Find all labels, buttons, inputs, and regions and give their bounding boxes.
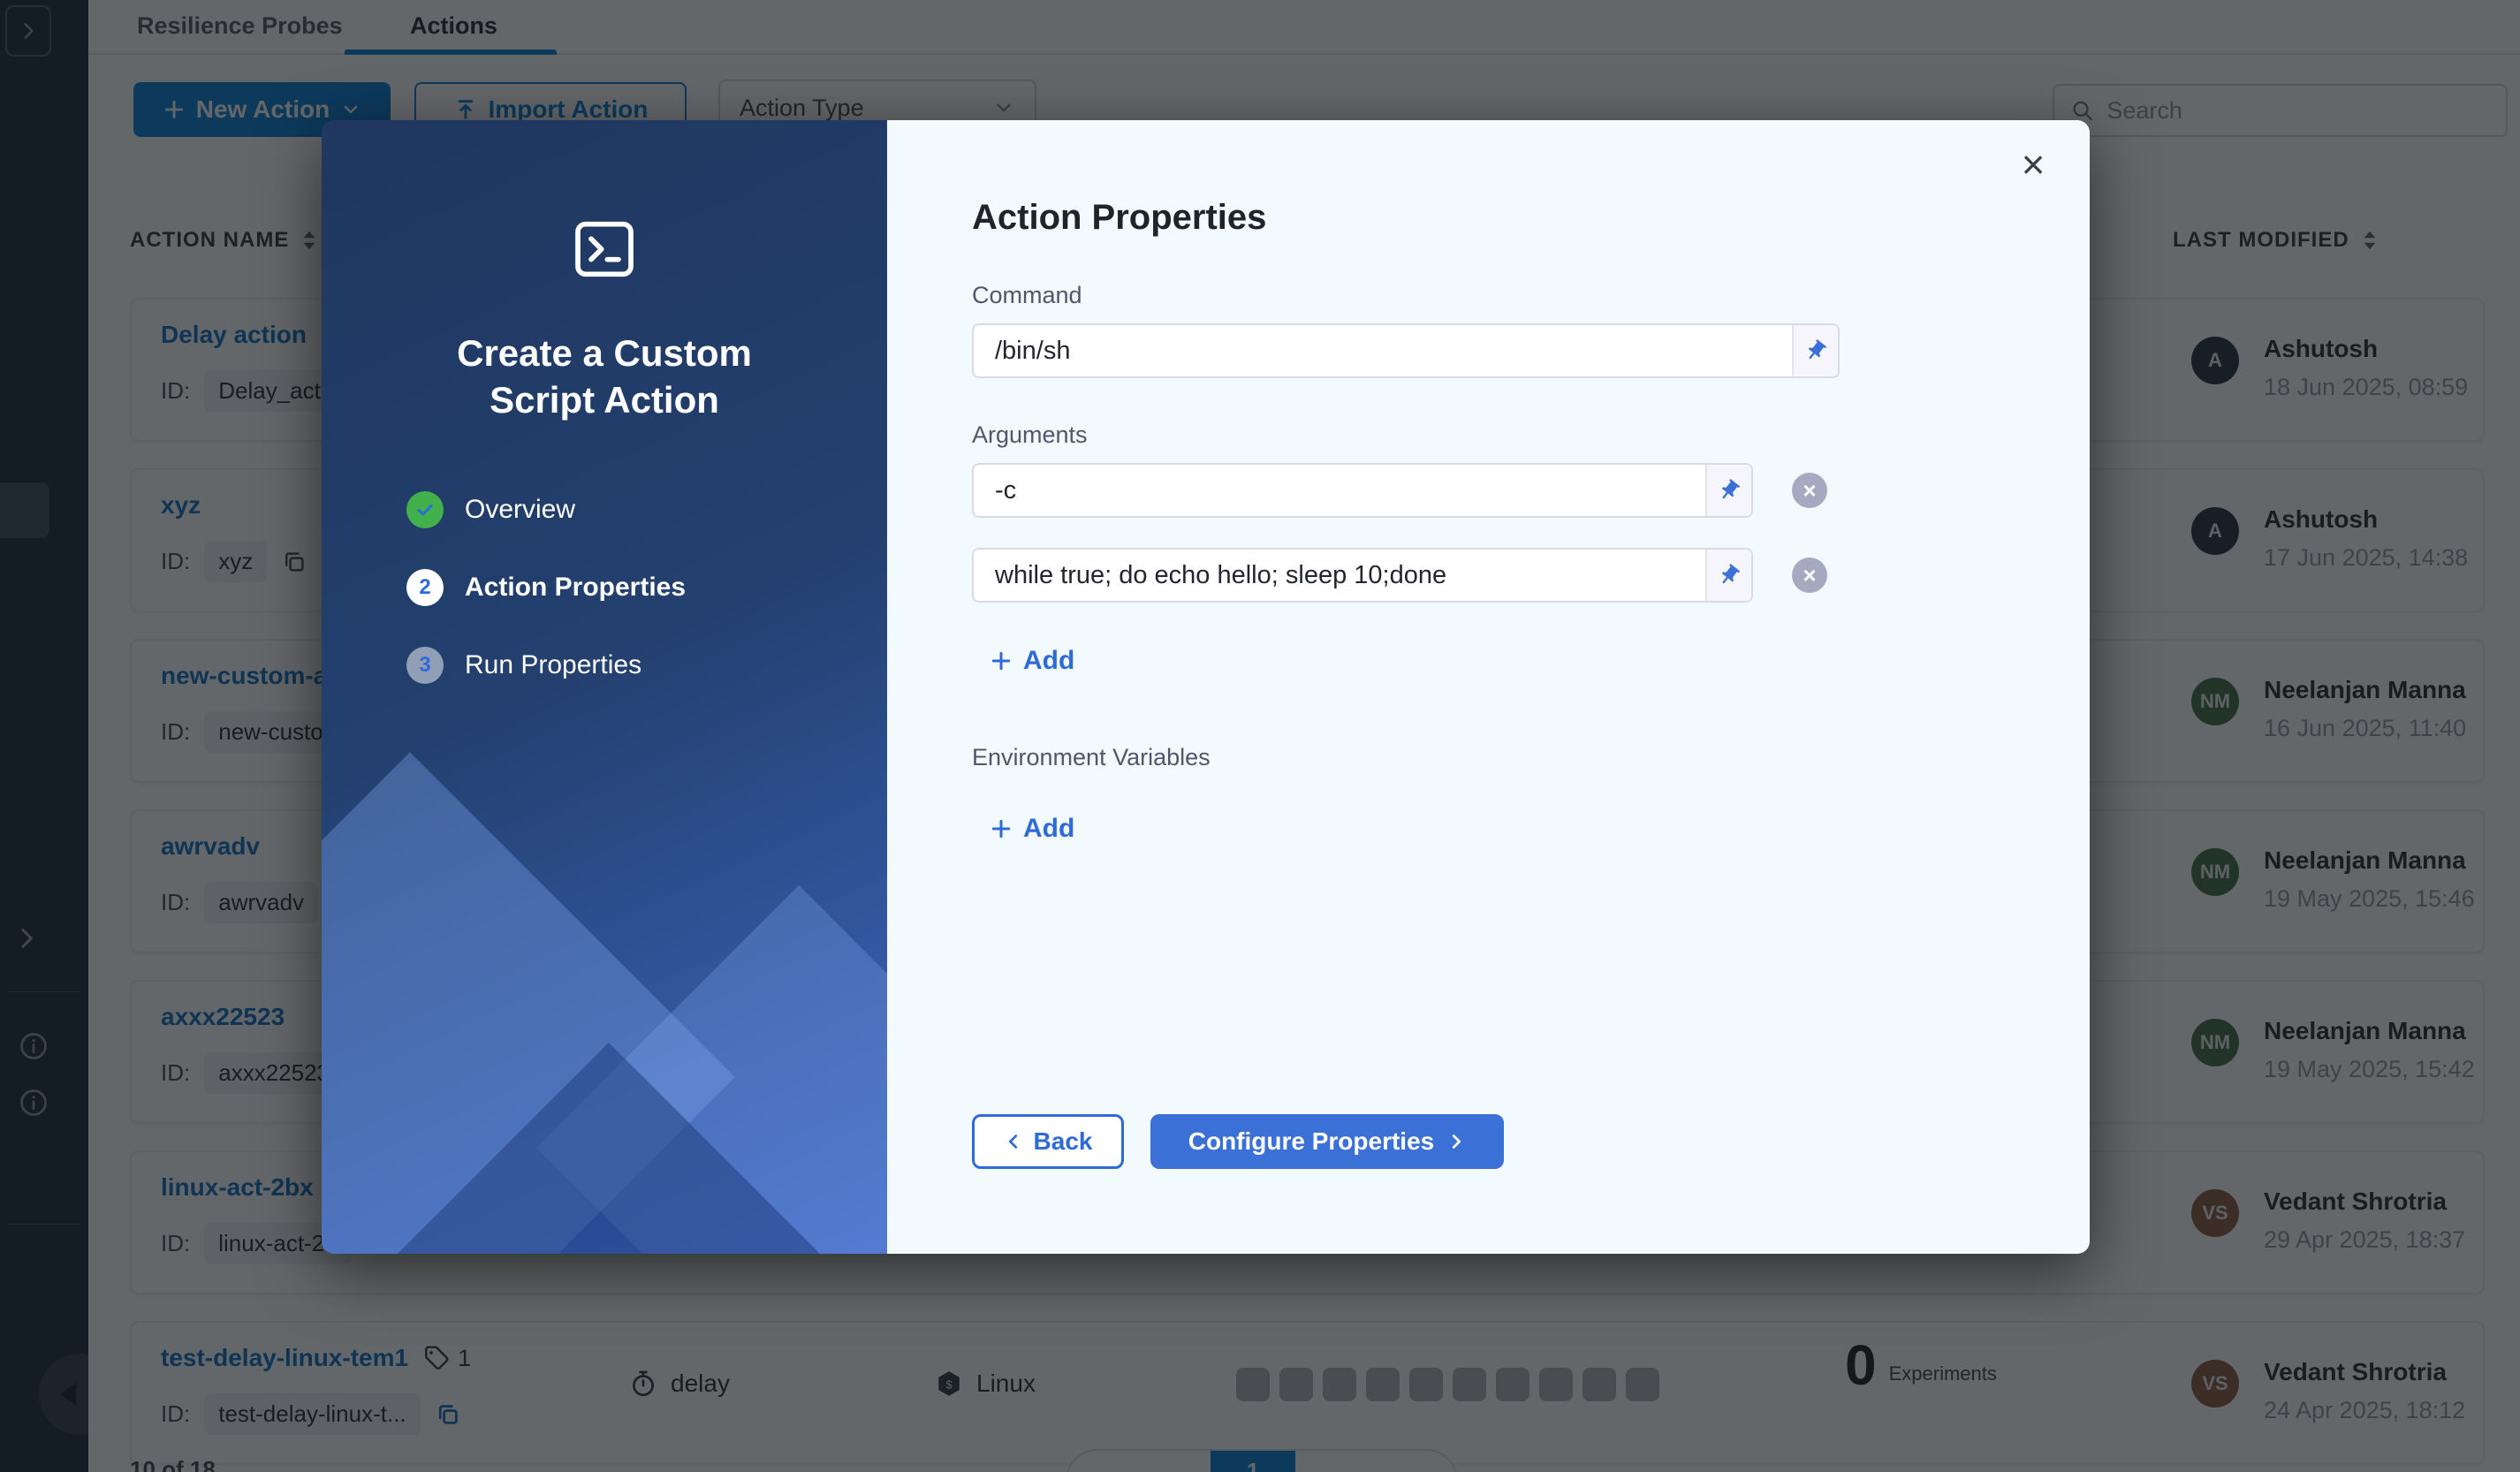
argument-input[interactable] [974, 465, 1705, 516]
back-button[interactable]: Back [972, 1114, 1124, 1169]
remove-argument-button[interactable]: × [1792, 558, 1827, 593]
step-label: Run Properties [465, 650, 641, 680]
wizard-steps: Overview 2 Action Properties 3 Run Prope… [406, 491, 686, 725]
pin-icon [1717, 478, 1742, 503]
configure-properties-label: Configure Properties [1188, 1127, 1434, 1156]
step-overview[interactable]: Overview [406, 491, 686, 528]
command-field [972, 323, 1840, 378]
chevron-left-icon [1004, 1132, 1023, 1151]
app-root: Resilience Probes Actions New Action Imp… [0, 0, 2520, 1472]
chevron-right-icon [1446, 1132, 1466, 1151]
terminal-icon [569, 214, 640, 285]
add-argument-button[interactable]: Add [990, 646, 1074, 676]
pin-icon [1803, 338, 1828, 363]
modal-heading: Action Properties [972, 198, 2040, 238]
plus-icon [990, 817, 1013, 840]
step-action-properties[interactable]: 2 Action Properties [406, 569, 686, 606]
argument-field [972, 548, 1753, 603]
step-done-check-icon [406, 491, 444, 528]
environment-variables-label: Environment Variables [972, 744, 2040, 771]
modal-actions: Back Configure Properties [972, 1114, 1504, 1169]
step-label: Action Properties [465, 573, 686, 603]
add-label: Add [1023, 814, 1074, 844]
step-label: Overview [465, 495, 575, 525]
pin-icon [1717, 563, 1742, 588]
watermark-glow [322, 759, 887, 1254]
modal-form-panel: × Action Properties Command Arguments × [887, 120, 2090, 1254]
add-env-var-button[interactable]: Add [990, 814, 1074, 844]
wizard-title: Create a Custom Script Action [322, 330, 887, 423]
pin-button[interactable] [1792, 325, 1838, 376]
back-label: Back [1034, 1127, 1093, 1156]
argument-row: × [972, 548, 2040, 603]
step-run-properties[interactable]: 3 Run Properties [406, 647, 686, 684]
command-label: Command [972, 282, 2040, 309]
argument-field [972, 463, 1753, 518]
command-input[interactable] [974, 325, 1792, 376]
step-number: 2 [406, 569, 444, 606]
pin-button[interactable] [1705, 550, 1751, 601]
plus-icon [990, 649, 1013, 672]
argument-input[interactable] [974, 550, 1705, 601]
argument-row: × [972, 463, 2040, 518]
step-number: 3 [406, 647, 444, 684]
create-custom-script-action-modal: Create a Custom Script Action Overview 2… [322, 120, 2090, 1254]
pin-button[interactable] [1705, 465, 1751, 516]
configure-properties-button[interactable]: Configure Properties [1150, 1114, 1504, 1169]
wizard-side-panel: Create a Custom Script Action Overview 2… [322, 120, 887, 1254]
arguments-label: Arguments [972, 421, 2040, 449]
close-icon[interactable]: × [2012, 143, 2054, 186]
add-label: Add [1023, 646, 1074, 676]
remove-argument-button[interactable]: × [1792, 473, 1827, 508]
